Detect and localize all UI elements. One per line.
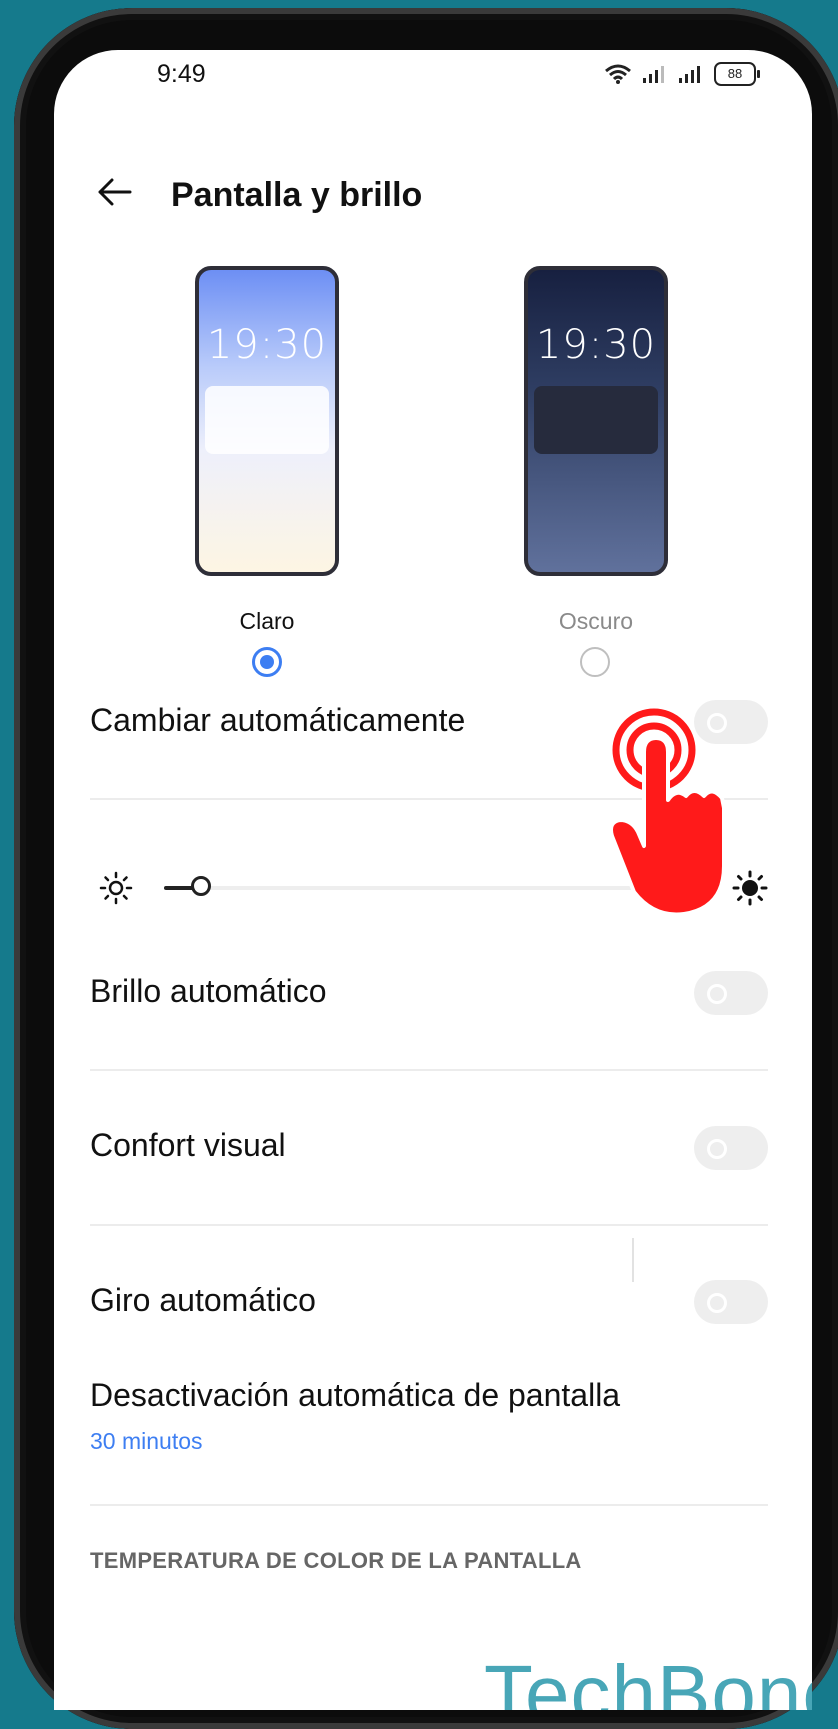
tap-hand-icon	[609, 708, 740, 918]
watermark: TechBone	[484, 1649, 812, 1710]
brightness-low-icon	[98, 870, 134, 906]
eye-comfort-label: Confort visual	[90, 1127, 286, 1163]
auto-switch-label: Cambiar automáticamente	[90, 702, 466, 738]
eye-comfort-toggle[interactable]	[694, 1126, 768, 1170]
battery-icon: 88	[714, 62, 760, 86]
color-temperature-section-header: TEMPERATURA DE COLOR DE LA PANTALLA	[90, 1548, 582, 1573]
divider	[90, 1224, 768, 1226]
divider	[90, 1504, 768, 1506]
auto-rotate-toggle[interactable]	[694, 1280, 768, 1324]
dark-theme-radio[interactable]	[580, 647, 610, 677]
screen-timeout-value: 30 minutos	[90, 1428, 203, 1454]
auto-brightness-label: Brillo automático	[90, 973, 327, 1009]
dark-theme-label: Oscuro	[558, 608, 634, 634]
auto-brightness-toggle[interactable]	[694, 971, 768, 1015]
page-title: Pantalla y brillo	[171, 176, 423, 214]
signal-1-icon	[642, 64, 668, 84]
phone-screen: 9:49 88 Pantalla y brillo 19:30 19:30 Cl…	[54, 50, 812, 1710]
light-theme-preview[interactable]: 19:30	[195, 266, 339, 576]
screen-timeout-label[interactable]: Desactivación automática de pantalla	[90, 1377, 620, 1414]
status-icons: 88	[604, 62, 760, 86]
auto-rotate-label: Giro automático	[90, 1282, 316, 1318]
brightness-slider-thumb[interactable]	[190, 876, 211, 896]
light-preview-widget	[205, 386, 329, 454]
header: Pantalla y brillo	[54, 150, 812, 230]
back-arrow-icon[interactable]	[94, 172, 134, 212]
status-time: 9:49	[157, 60, 206, 88]
light-theme-label: Claro	[239, 608, 295, 634]
status-bar: 9:49 88	[54, 50, 812, 130]
dark-preview-widget	[534, 386, 658, 454]
dark-theme-preview[interactable]: 19:30	[524, 266, 668, 576]
eye-comfort-separator	[632, 1238, 634, 1282]
light-theme-radio[interactable]	[252, 647, 282, 677]
signal-2-icon	[678, 64, 704, 84]
light-preview-time: 19:30	[206, 322, 328, 368]
dark-preview-time: 19:30	[535, 322, 657, 368]
wifi-icon	[604, 63, 632, 85]
divider	[90, 1069, 768, 1071]
